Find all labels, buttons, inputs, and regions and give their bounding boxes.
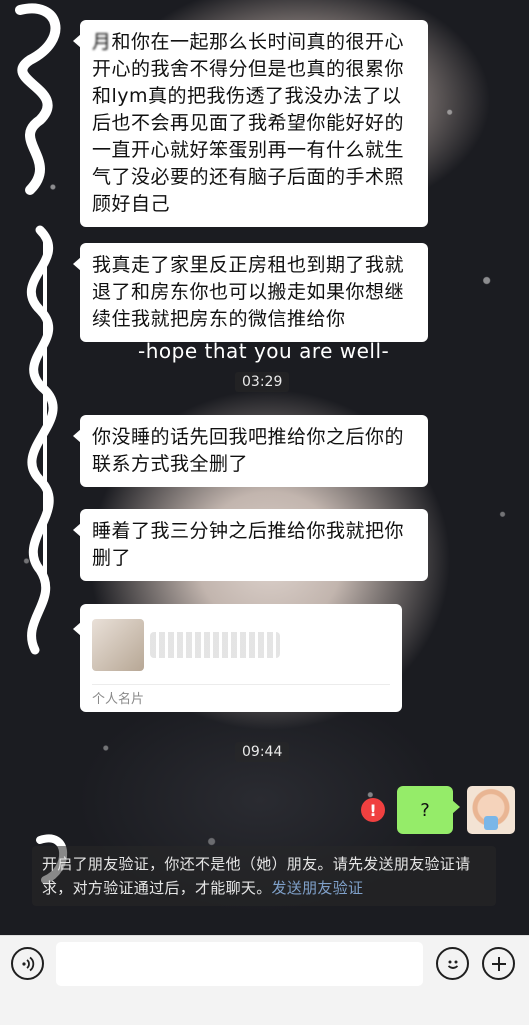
message-text-4: 睡着了我三分钟之后推给你我就把你删了 <box>92 520 405 569</box>
plus-icon <box>491 956 506 971</box>
contact-card[interactable]: 个人名片 <box>73 604 402 712</box>
contact-card-label: 个人名片 <box>92 692 145 707</box>
voice-icon <box>21 956 34 971</box>
input-bar <box>0 935 529 1025</box>
timestamp-1: 03:29 <box>235 372 290 392</box>
my-message-text: ? <box>420 799 430 821</box>
emoji-icon <box>447 960 458 969</box>
message-text-3: 你没睡的话先回我吧推给你之后你的联系方式我全删了 <box>92 426 405 475</box>
contact-card-thumbnail <box>92 619 144 671</box>
message-text-1: 和你在一起那么长时间真的很开心开心的我舍不得分但是也真的很累你和lym真的把我伤… <box>92 31 405 215</box>
wallpaper-caption: -hope that you are well- <box>138 339 390 363</box>
send-friend-request-link[interactable]: 发送朋友验证 <box>272 879 364 897</box>
contact-card-name-redacted <box>150 632 280 658</box>
system-notice: 开启了朋友验证，你还不是他（她）朋友。请先发送朋友验证请求，对方验证通过后，才能… <box>32 846 496 906</box>
emoji-button[interactable] <box>436 947 469 980</box>
redacted-name-prefix: 月 <box>92 31 112 53</box>
message-bubble-3[interactable]: 你没睡的话先回我吧推给你之后你的联系方式我全删了 <box>73 415 428 487</box>
message-input[interactable] <box>56 942 423 986</box>
plus-button[interactable] <box>482 947 515 980</box>
contact-card-divider <box>92 684 390 685</box>
system-notice-text: 开启了朋友验证，你还不是他（她）朋友。请先发送朋友验证请求，对方验证通过后，才能… <box>42 855 471 897</box>
timestamp-2: 09:44 <box>235 742 290 762</box>
avatar[interactable] <box>467 786 515 834</box>
voice-button[interactable] <box>11 947 44 980</box>
message-bubble-4[interactable]: 睡着了我三分钟之后推给你我就把你删了 <box>73 509 428 581</box>
error-icon[interactable]: ! <box>361 798 385 822</box>
message-text-2: 我真走了家里反正房租也到期了我就退了和房东你也可以搬走如果你想继续住我就把房东的… <box>92 254 405 330</box>
my-message-bubble[interactable]: ? <box>397 786 460 834</box>
message-bubble-2[interactable]: 我真走了家里反正房租也到期了我就退了和房东你也可以搬走如果你想继续住我就把房东的… <box>73 243 428 342</box>
message-bubble-1[interactable]: 月和你在一起那么长时间真的很开心开心的我舍不得分但是也真的很累你和lym真的把我… <box>73 20 428 227</box>
